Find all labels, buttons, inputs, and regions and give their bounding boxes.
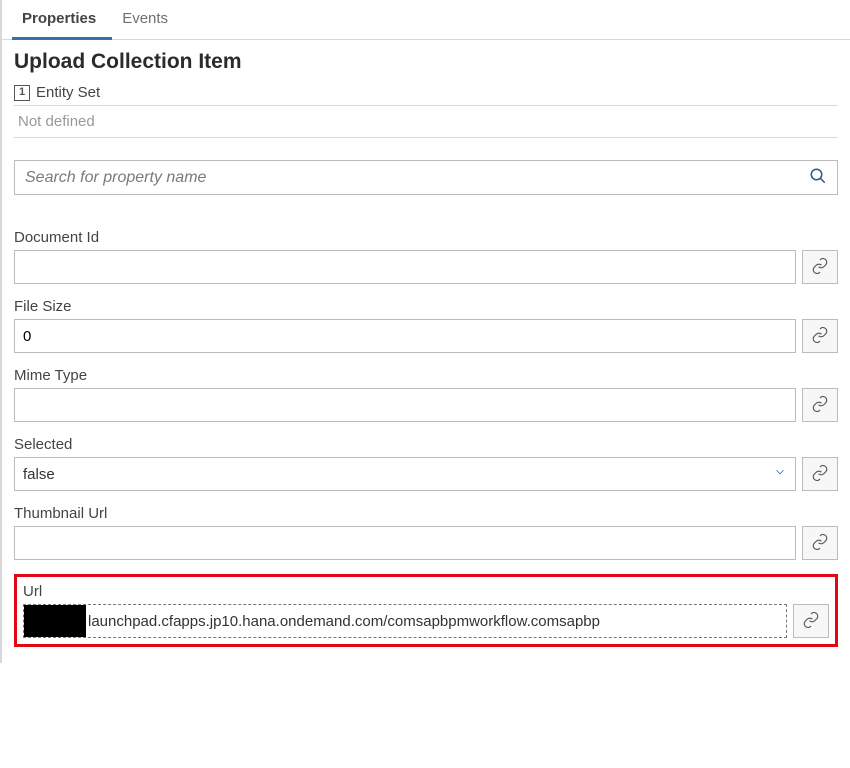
field-document-id: Document Id [14, 229, 838, 284]
search-input[interactable] [25, 169, 809, 187]
input-thumbnail-url[interactable] [14, 526, 796, 560]
bind-button-thumbnail-url[interactable] [802, 526, 838, 560]
field-thumbnail-url: Thumbnail Url [14, 505, 838, 560]
bind-button-selected[interactable] [802, 457, 838, 491]
tab-properties[interactable]: Properties [12, 0, 112, 40]
field-selected: Selected false [14, 436, 838, 491]
link-icon [811, 326, 829, 347]
entity-set-row: 1 Entity Set [14, 84, 838, 101]
bind-button-document-id[interactable] [802, 250, 838, 284]
bind-button-file-size[interactable] [802, 319, 838, 353]
input-url[interactable]: launchpad.cfapps.jp10.hana.ondemand.com/… [23, 604, 787, 638]
label-thumbnail-url: Thumbnail Url [14, 505, 838, 522]
search-box[interactable] [14, 160, 838, 195]
link-icon [802, 611, 820, 632]
field-mime-type: Mime Type [14, 367, 838, 422]
entity-set-value[interactable]: Not defined [14, 105, 838, 138]
select-selected[interactable]: false [14, 457, 796, 491]
tab-bar: Properties Events [2, 0, 850, 40]
chevron-down-icon [773, 465, 787, 483]
label-mime-type: Mime Type [14, 367, 838, 384]
link-icon [811, 395, 829, 416]
label-url: Url [23, 583, 829, 600]
input-document-id[interactable] [14, 250, 796, 284]
label-file-size: File Size [14, 298, 838, 315]
page-title: Upload Collection Item [14, 50, 838, 74]
search-icon [809, 167, 827, 188]
tab-events[interactable]: Events [112, 0, 184, 39]
label-selected: Selected [14, 436, 838, 453]
input-file-size[interactable] [14, 319, 796, 353]
redacted-block [24, 605, 86, 637]
select-selected-value: false [23, 466, 55, 483]
link-icon [811, 257, 829, 278]
link-icon [811, 533, 829, 554]
content-area: Upload Collection Item 1 Entity Set Not … [2, 40, 850, 663]
link-icon [811, 464, 829, 485]
url-highlight: Url launchpad.cfapps.jp10.hana.ondemand.… [14, 574, 838, 647]
input-mime-type[interactable] [14, 388, 796, 422]
properties-panel: Properties Events Upload Collection Item… [0, 0, 850, 663]
entity-set-label: Entity Set [36, 84, 100, 101]
label-document-id: Document Id [14, 229, 838, 246]
bind-button-url[interactable] [793, 604, 829, 638]
bind-button-mime-type[interactable] [802, 388, 838, 422]
entity-set-icon: 1 [14, 85, 30, 101]
field-file-size: File Size [14, 298, 838, 353]
url-text: launchpad.cfapps.jp10.hana.ondemand.com/… [86, 613, 602, 630]
